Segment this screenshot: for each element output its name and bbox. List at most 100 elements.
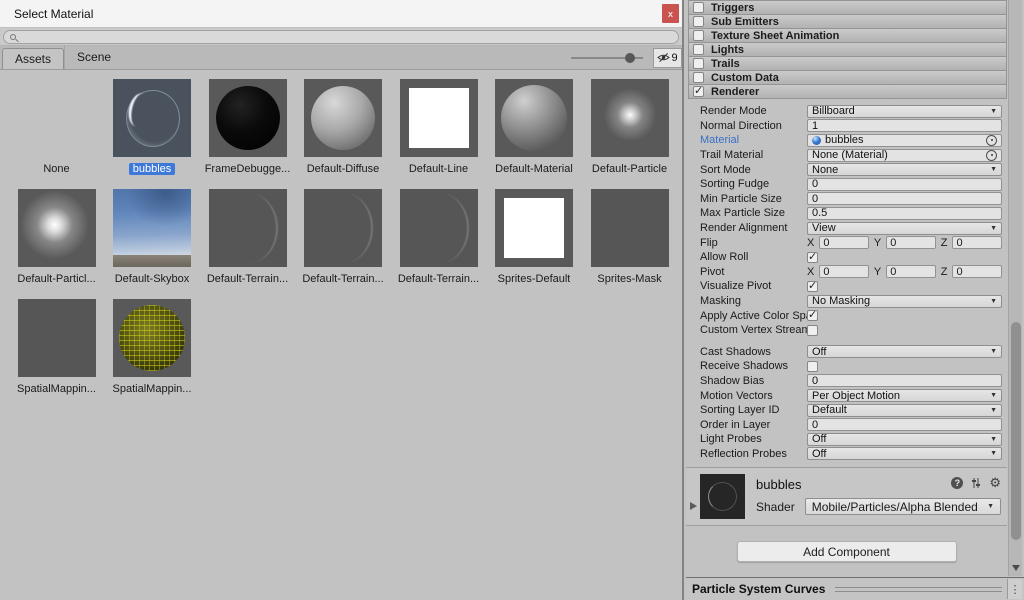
module-header-lights[interactable]: Lights [688, 42, 1007, 57]
material-thumbnail [113, 299, 191, 377]
trail-material-object-field[interactable]: None (Material) [807, 149, 1002, 162]
material-item[interactable]: Sprites-Default [487, 189, 582, 287]
inspector-scrollbar[interactable] [1008, 0, 1022, 576]
sorting-fudge-field[interactable]: 0 [807, 178, 1002, 191]
material-thumbnail [209, 79, 287, 157]
render-alignment-dropdown[interactable]: View ▼ [807, 222, 1002, 235]
max-particle-size-field[interactable]: 0.5 [807, 207, 1002, 220]
module-checkbox[interactable] [693, 16, 704, 27]
material-preview-thumbnail [700, 474, 745, 519]
module-checkbox[interactable] [693, 44, 704, 55]
preset-icon[interactable] [970, 477, 982, 489]
material-item[interactable]: Default-Line [391, 79, 486, 177]
scroll-down-arrow-icon[interactable] [1012, 565, 1020, 571]
hidden-count-toggle[interactable]: 9 [653, 48, 682, 68]
material-item[interactable]: None [9, 79, 104, 177]
shader-row: Shader Mobile/Particles/Alpha Blended ▼ [756, 498, 1001, 515]
module-header-custom-data[interactable]: Custom Data [688, 70, 1007, 85]
search-text-field[interactable] [20, 31, 672, 43]
material-item[interactable]: FrameDebugge... [200, 79, 295, 177]
sort-mode-dropdown[interactable]: None ▼ [807, 163, 1002, 176]
thumbnail-size-slider[interactable] [571, 57, 643, 59]
render-mode-dropdown[interactable]: Billboard ▼ [807, 105, 1002, 118]
search-input[interactable] [3, 30, 679, 44]
flip-y-field[interactable]: 0 [886, 236, 936, 249]
pivot-y-field[interactable]: 0 [886, 265, 936, 278]
module-header-renderer[interactable]: Renderer [688, 84, 1007, 99]
slider-knob[interactable] [625, 53, 635, 63]
drag-handle[interactable] [835, 587, 1002, 592]
sorting-layer-id-dropdown[interactable]: Default ▼ [807, 404, 1002, 417]
object-picker-icon[interactable] [986, 135, 997, 146]
apply-active-color-space-checkbox[interactable] [807, 310, 818, 321]
material-item[interactable]: Default-Particle [582, 79, 677, 177]
order-in-layer-field[interactable]: 0 [807, 418, 1002, 431]
close-button[interactable]: x [662, 4, 679, 23]
material-label: Sprites-Default [498, 273, 571, 287]
module-checkbox[interactable] [693, 58, 704, 69]
material-item[interactable]: SpatialMappin... [105, 299, 200, 397]
flip-x-field[interactable]: 0 [819, 236, 869, 249]
curves-menu-icon[interactable]: ⋮ [1007, 579, 1022, 599]
shader-dropdown[interactable]: Mobile/Particles/Alpha Blended ▼ [805, 498, 1001, 515]
material-object-field[interactable]: bubbles [807, 134, 1002, 147]
scrollbar-thumb[interactable] [1011, 322, 1021, 540]
particle-system-curves-bar[interactable]: Particle System Curves ⋮ [686, 577, 1024, 600]
material-item[interactable]: Default-Terrain... [200, 189, 295, 287]
help-icon[interactable]: ? [951, 477, 963, 489]
material-item[interactable]: bubbles [105, 79, 200, 177]
shadow-bias-field[interactable]: 0 [807, 374, 1002, 387]
material-item[interactable]: Default-Diffuse [296, 79, 391, 177]
reflection-probes-dropdown[interactable]: Off ▼ [807, 447, 1002, 460]
prop-row-sorting-layer-id: Sorting Layer ID Default ▼ [700, 403, 1002, 418]
material-asset-name: bubbles [756, 477, 802, 492]
object-picker-icon[interactable] [986, 150, 997, 161]
material-thumbnail [591, 189, 669, 267]
add-component-button[interactable]: Add Component [737, 541, 957, 562]
material-label: FrameDebugge... [205, 163, 291, 177]
hidden-count: 9 [671, 52, 677, 64]
prop-row-apply-active-color-space: Apply Active Color Spac [700, 308, 1002, 323]
cast-shadows-dropdown[interactable]: Off ▼ [807, 345, 1002, 358]
gear-icon[interactable]: ⚙ [989, 476, 1001, 489]
material-item[interactable]: SpatialMappin... [9, 299, 104, 397]
module-header-triggers[interactable]: Triggers [688, 0, 1007, 15]
material-item[interactable]: Default-Terrain... [391, 189, 486, 287]
foldout-arrow-icon[interactable] [690, 502, 697, 510]
material-item[interactable]: Default-Skybox [105, 189, 200, 287]
module-checkbox[interactable] [693, 2, 704, 13]
motion-vectors-dropdown[interactable]: Per Object Motion ▼ [807, 389, 1002, 402]
material-item[interactable]: Default-Particl... [9, 189, 104, 287]
masking-dropdown[interactable]: No Masking ▼ [807, 295, 1002, 308]
module-header-texture-sheet-animation[interactable]: Texture Sheet Animation [688, 28, 1007, 43]
prop-row-sort-mode: Sort Mode None ▼ [700, 162, 1002, 177]
window-title: Select Material [14, 7, 93, 21]
pivot-z-field[interactable]: 0 [952, 265, 1002, 278]
allow-roll-checkbox[interactable] [807, 252, 818, 263]
material-label: SpatialMappin... [17, 383, 96, 397]
material-item[interactable]: Default-Material [487, 79, 582, 177]
tab-scene[interactable]: Scene [64, 45, 123, 69]
module-header-trails[interactable]: Trails [688, 56, 1007, 71]
module-checkbox[interactable] [693, 30, 704, 41]
light-probes-dropdown[interactable]: Off ▼ [807, 433, 1002, 446]
module-header-sub-emitters[interactable]: Sub Emitters [688, 14, 1007, 29]
axis-y-label: Y [874, 266, 881, 278]
module-checkbox[interactable] [693, 86, 704, 97]
material-thumbnail [304, 79, 382, 157]
receive-shadows-checkbox[interactable] [807, 361, 818, 372]
pivot-x-field[interactable]: 0 [819, 265, 869, 278]
prop-row-min-particle-size: Min Particle Size 0 [700, 192, 1002, 207]
min-particle-size-field[interactable]: 0 [807, 192, 1002, 205]
material-item[interactable]: Sprites-Mask [582, 189, 677, 287]
material-asset-header[interactable]: bubbles ? ⚙ Shader Mobile/Particles/Alph… [686, 468, 1007, 526]
custom-vertex-streams-checkbox[interactable] [807, 325, 818, 336]
axis-z-label: Z [941, 266, 948, 278]
normal-direction-field[interactable]: 1 [807, 119, 1002, 132]
module-checkbox[interactable] [693, 72, 704, 83]
material-label: SpatialMappin... [113, 383, 192, 397]
visualize-pivot-checkbox[interactable] [807, 281, 818, 292]
material-item[interactable]: Default-Terrain... [296, 189, 391, 287]
tab-assets[interactable]: Assets [2, 48, 64, 69]
flip-z-field[interactable]: 0 [952, 236, 1002, 249]
